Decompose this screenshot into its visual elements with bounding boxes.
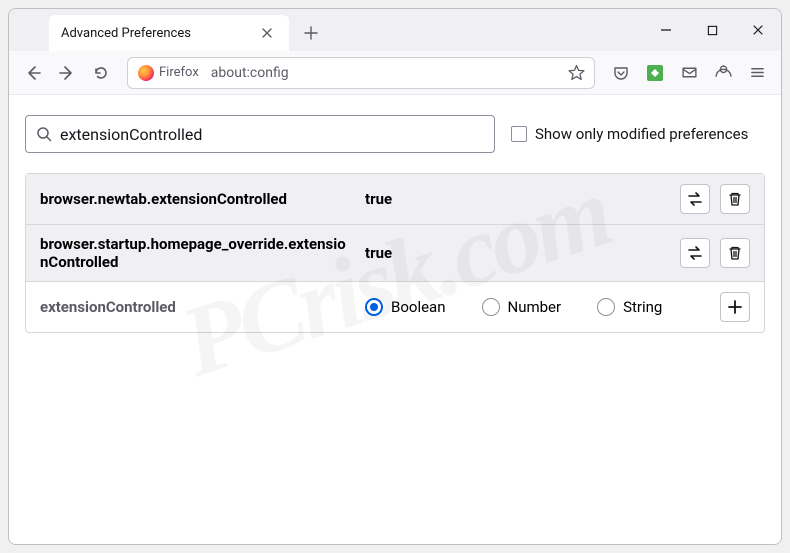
checkbox-icon [511,126,527,142]
close-icon [752,24,764,36]
identity-label: Firefox [159,65,199,80]
radio-string[interactable]: String [597,298,662,316]
toggle-icon [686,244,704,262]
arrow-left-icon [25,65,41,81]
bookmark-star-button[interactable] [562,59,590,87]
reload-button[interactable] [85,57,117,89]
tab-title: Advanced Preferences [61,26,257,41]
pocket-icon [613,65,629,81]
maximize-icon [707,25,718,36]
inbox-button[interactable] [673,57,705,89]
pref-value: true [365,244,680,262]
pref-actions [680,238,750,268]
search-box[interactable] [25,115,495,153]
close-window-button[interactable] [735,9,781,51]
pocket-button[interactable] [605,57,637,89]
search-row: Show only modified preferences [25,115,765,153]
delete-button[interactable] [720,184,750,214]
extension-button[interactable] [639,57,671,89]
toggle-icon [686,190,704,208]
reload-icon [93,65,109,81]
arrow-right-icon [59,65,75,81]
radio-label: String [623,298,662,316]
trash-icon [727,191,743,207]
search-input[interactable] [60,125,484,144]
checkbox-label: Show only modified preferences [535,125,748,143]
preferences-table: browser.newtab.extensionControlled true … [25,173,765,333]
identity-box[interactable]: Firefox [132,65,205,81]
browser-window: Advanced Preferences [8,8,782,545]
extension-icon [647,65,663,81]
hamburger-icon [750,65,765,80]
forward-button[interactable] [51,57,83,89]
window-controls [643,9,781,51]
add-button[interactable] [720,292,750,322]
plus-icon [304,26,318,40]
search-icon [36,126,52,142]
page-content: Show only modified preferences browser.n… [9,95,781,544]
titlebar: Advanced Preferences [9,9,781,51]
pref-row[interactable]: browser.startup.homepage_override.extens… [26,224,764,281]
menu-button[interactable] [741,57,773,89]
radio-number[interactable]: Number [482,298,562,316]
toggle-button[interactable] [680,184,710,214]
close-tab-button[interactable] [257,23,277,43]
pref-actions [720,292,750,322]
new-tab-button[interactable] [295,17,327,49]
star-icon [568,64,585,81]
toolbar-right [605,57,773,89]
pref-actions [680,184,750,214]
navigation-toolbar: Firefox about:config [9,51,781,95]
firefox-logo-icon [138,65,154,81]
radio-boolean[interactable]: Boolean [365,298,446,316]
radio-label: Number [508,298,562,316]
radio-icon [365,298,383,316]
show-modified-checkbox[interactable]: Show only modified preferences [511,125,748,143]
new-pref-row: extensionControlled Boolean Number Strin… [26,281,764,332]
url-bar[interactable]: Firefox about:config [127,57,595,89]
pref-row[interactable]: browser.newtab.extensionControlled true [26,174,764,224]
url-text: about:config [205,65,562,81]
toggle-button[interactable] [680,238,710,268]
minimize-icon [660,24,672,36]
pref-name: extensionControlled [40,298,365,316]
pref-value: true [365,190,680,208]
maximize-button[interactable] [689,9,735,51]
account-button[interactable] [707,57,739,89]
type-radio-group: Boolean Number String [365,298,720,316]
close-icon [261,27,273,39]
trash-icon [727,245,743,261]
radio-icon [482,298,500,316]
inbox-icon [681,64,698,81]
back-button[interactable] [17,57,49,89]
account-icon [715,64,732,81]
radio-label: Boolean [391,298,446,316]
browser-tab[interactable]: Advanced Preferences [49,15,289,51]
delete-button[interactable] [720,238,750,268]
pref-name: browser.newtab.extensionControlled [40,190,365,208]
minimize-button[interactable] [643,9,689,51]
pref-name: browser.startup.homepage_override.extens… [40,235,365,271]
radio-icon [597,298,615,316]
plus-icon [728,300,742,314]
